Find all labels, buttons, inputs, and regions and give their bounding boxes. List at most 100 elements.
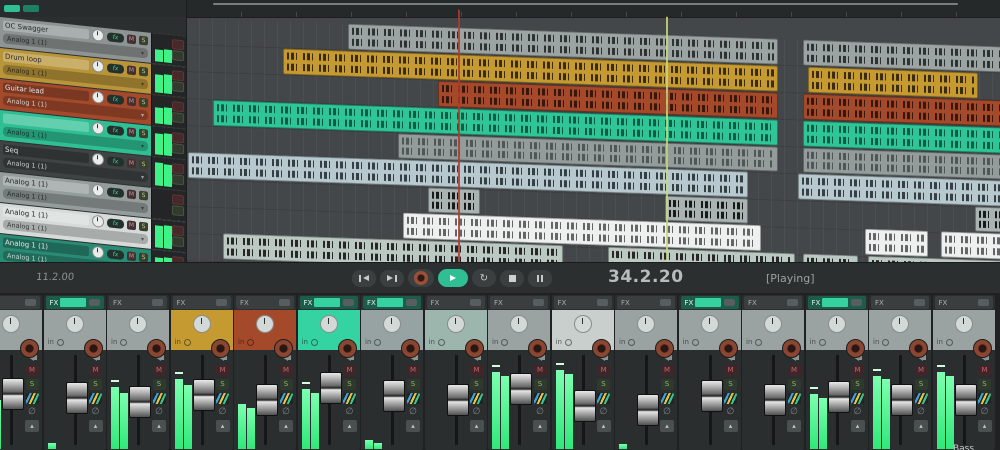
phase-icon[interactable]: ∅ — [92, 407, 100, 417]
phase-icon[interactable]: ∅ — [473, 407, 481, 417]
record-arm-button[interactable] — [401, 339, 420, 358]
mixer-strip[interactable]: FX in M S ∅ ▴ — [171, 295, 233, 450]
record-arm-button[interactable] — [338, 339, 357, 358]
track-solo-button[interactable]: S — [139, 252, 148, 262]
track-volume-knob[interactable] — [92, 29, 104, 42]
track-record-arm-button[interactable] — [172, 132, 184, 143]
solo-button[interactable]: S — [978, 379, 991, 390]
record-arm-button[interactable] — [719, 339, 738, 358]
strip-fx-button[interactable]: FX — [808, 296, 866, 309]
track-mute-button[interactable]: M — [127, 220, 136, 230]
track-solo-button[interactable]: S — [139, 66, 148, 76]
pan-knob[interactable] — [383, 315, 401, 333]
pan-knob[interactable] — [955, 315, 973, 333]
track-fx-button[interactable]: fx — [107, 187, 124, 198]
pan-knob[interactable] — [66, 315, 84, 333]
audio-clip[interactable] — [428, 187, 480, 214]
track-fx-button[interactable]: fx — [107, 63, 124, 74]
track-mute-button[interactable]: M — [127, 127, 136, 137]
strip-fx-button[interactable]: FX — [490, 296, 548, 309]
mute-button[interactable]: M — [470, 365, 483, 376]
routing-icon[interactable] — [407, 393, 420, 404]
mixer-strip[interactable]: FX in M S ∅ ▴ — [742, 295, 804, 450]
record-arm-button[interactable] — [528, 339, 547, 358]
routing-icon[interactable] — [89, 393, 102, 404]
solo-button[interactable]: S — [788, 379, 801, 390]
solo-button[interactable]: S — [597, 379, 610, 390]
folder-icon[interactable]: ▴ — [787, 420, 801, 432]
folder-icon[interactable]: ▴ — [660, 420, 674, 432]
track-monitor-button[interactable] — [172, 81, 184, 92]
mixer-strip[interactable]: FX in M S ∅ ▴ — [615, 295, 677, 450]
track-volume-knob[interactable] — [92, 91, 104, 104]
track-fx-button[interactable]: fx — [107, 125, 124, 136]
phase-icon[interactable]: ∅ — [155, 407, 163, 417]
routing-icon[interactable] — [978, 393, 991, 404]
stop-button[interactable] — [500, 270, 524, 287]
phase-icon[interactable]: ∅ — [917, 407, 925, 417]
input-button[interactable] — [374, 339, 381, 346]
pan-knob[interactable] — [447, 315, 465, 333]
volume-fader[interactable] — [129, 386, 151, 418]
routing-icon[interactable] — [216, 393, 229, 404]
track-volume-knob[interactable] — [92, 60, 104, 73]
track-lanes[interactable] — [186, 18, 1000, 262]
play-button[interactable] — [438, 269, 468, 287]
track-solo-button[interactable]: S — [139, 97, 148, 107]
audio-clip[interactable] — [608, 247, 795, 262]
routing-icon[interactable] — [788, 393, 801, 404]
solo-button[interactable]: S — [343, 379, 356, 390]
pan-knob[interactable] — [828, 315, 846, 333]
volume-fader[interactable] — [828, 381, 850, 413]
track-record-arm-button[interactable] — [172, 225, 184, 236]
record-arm-button[interactable] — [909, 339, 928, 358]
mute-button[interactable]: M — [407, 365, 420, 376]
phase-icon[interactable]: ∅ — [409, 407, 417, 417]
track-mute-button[interactable]: M — [127, 189, 136, 199]
pan-knob[interactable] — [764, 315, 782, 333]
arrange-clips-area[interactable] — [186, 0, 1000, 262]
strip-fx-button[interactable]: FX — [617, 296, 675, 309]
pan-knob[interactable] — [320, 315, 338, 333]
track-solo-button[interactable]: S — [139, 128, 148, 138]
input-button[interactable] — [311, 339, 318, 346]
routing-icon[interactable] — [915, 393, 928, 404]
routing-icon[interactable] — [724, 393, 737, 404]
folder-icon[interactable]: ▴ — [25, 420, 39, 432]
solo-button[interactable]: S — [407, 379, 420, 390]
track-volume-knob[interactable] — [92, 153, 104, 166]
track-mute-button[interactable]: M — [127, 158, 136, 168]
mute-button[interactable]: M — [978, 365, 991, 376]
folder-icon[interactable]: ▴ — [978, 420, 992, 432]
folder-icon[interactable]: ▴ — [470, 420, 484, 432]
input-button[interactable] — [184, 339, 191, 346]
folder-icon[interactable]: ▴ — [533, 420, 547, 432]
solo-button[interactable]: S — [851, 379, 864, 390]
phase-icon[interactable]: ∅ — [282, 407, 290, 417]
track-mute-button[interactable]: M — [127, 96, 136, 106]
track-volume-knob[interactable] — [92, 184, 104, 197]
input-button[interactable] — [57, 339, 64, 346]
mute-button[interactable]: M — [153, 365, 166, 376]
phase-icon[interactable]: ∅ — [28, 407, 36, 417]
strip-fx-button[interactable]: FX — [46, 296, 104, 309]
pan-knob[interactable] — [129, 315, 147, 333]
audio-clip[interactable] — [665, 196, 748, 224]
routing-icon[interactable] — [851, 393, 864, 404]
mixer-strip[interactable]: FX in M S ∅ ▴ — [234, 295, 296, 450]
loop-selection-bar[interactable] — [213, 3, 958, 5]
record-arm-button[interactable] — [211, 339, 230, 358]
input-button[interactable] — [819, 339, 826, 346]
track-mute-button[interactable]: M — [127, 65, 136, 75]
phase-icon[interactable]: ∅ — [663, 407, 671, 417]
track-solo-button[interactable]: S — [139, 35, 148, 45]
phase-icon[interactable]: ∅ — [790, 407, 798, 417]
mute-button[interactable]: M — [915, 365, 928, 376]
pan-knob[interactable] — [701, 315, 719, 333]
folder-icon[interactable]: ▴ — [216, 420, 230, 432]
track-solo-button[interactable]: S — [139, 159, 148, 169]
mute-button[interactable]: M — [661, 365, 674, 376]
strip-fx-button[interactable]: FX — [300, 296, 358, 309]
volume-fader[interactable] — [574, 390, 596, 422]
mute-button[interactable]: M — [26, 365, 39, 376]
